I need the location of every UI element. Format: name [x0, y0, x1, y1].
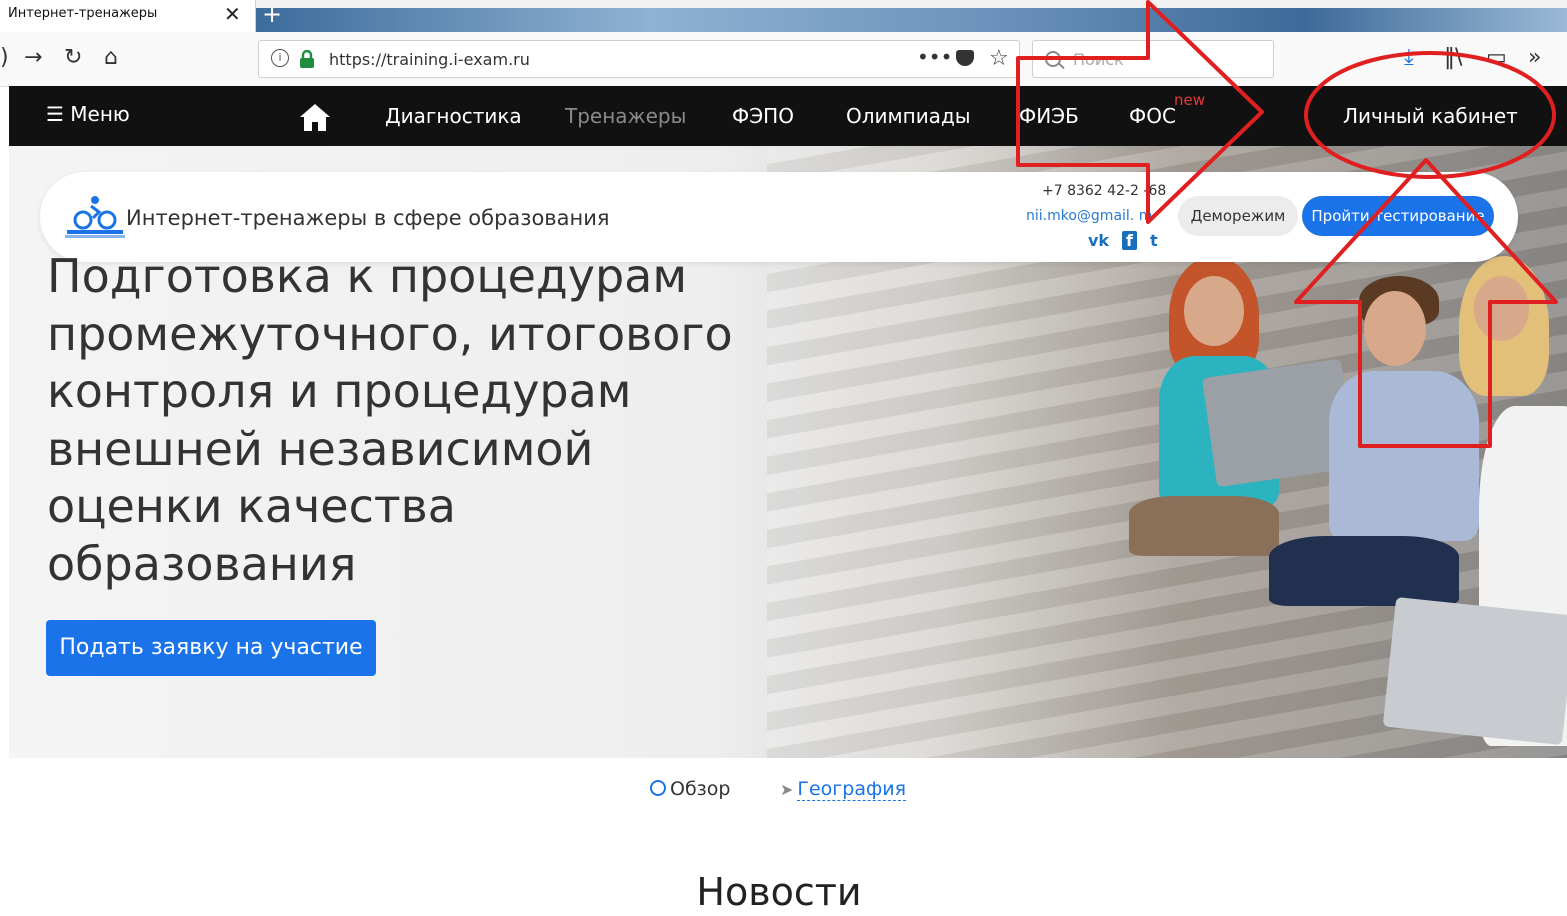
- tab-strip-background: [256, 8, 1567, 32]
- apply-button[interactable]: Подать заявку на участие: [46, 620, 376, 676]
- site-navbar: ☰ Меню Диагностика Тренажеры ФЭПО Олимпи…: [9, 86, 1567, 146]
- library-icon[interactable]: ‖\: [1444, 44, 1462, 72]
- tab-overview-label: Обзор: [670, 778, 731, 800]
- hero-photo-student-1: [1089, 246, 1309, 746]
- star-icon[interactable]: ☆: [989, 46, 1009, 71]
- twitter-icon[interactable]: t: [1150, 231, 1158, 250]
- download-icon[interactable]: ⤓: [1404, 44, 1414, 72]
- facebook-icon[interactable]: f: [1122, 231, 1137, 250]
- home-icon[interactable]: ⌂: [104, 44, 118, 72]
- menu-button[interactable]: ☰ Меню: [46, 102, 130, 126]
- lock-icon: [300, 50, 314, 68]
- new-tab-button[interactable]: +: [262, 0, 282, 28]
- email-link[interactable]: nii.mko@gmail. m: [1026, 208, 1152, 224]
- tab-title: Интернет-тренажеры: [8, 6, 158, 21]
- tab-overview[interactable]: Обзор: [650, 778, 730, 800]
- close-icon[interactable]: ✕: [224, 2, 241, 26]
- nav-link-fos[interactable]: ФОС: [1129, 104, 1176, 128]
- search-icon: [1045, 51, 1061, 67]
- nav-link-fieb[interactable]: ФИЭБ: [1019, 104, 1079, 128]
- site-title[interactable]: Интернет-тренажеры в сфере образования: [126, 206, 610, 230]
- more-icon[interactable]: •••: [917, 45, 952, 69]
- pocket-icon[interactable]: [956, 50, 974, 66]
- demo-mode-button[interactable]: Деморежим: [1178, 196, 1298, 236]
- nav-link-trainers[interactable]: Тренажеры: [565, 104, 686, 128]
- tab-geography[interactable]: ➤ География: [780, 778, 907, 801]
- search-input[interactable]: Поиск: [1032, 40, 1274, 78]
- browser-navigation-bar: ) → ↻ ⌂ i https://training.i-exam.ru •••…: [0, 32, 1567, 87]
- url-bar[interactable]: i https://training.i-exam.ru ••• ☆: [258, 40, 1020, 78]
- nav-link-diagnostics[interactable]: Диагностика: [385, 104, 522, 128]
- browser-tab-bar: Интернет-тренажеры ✕ +: [0, 0, 1567, 32]
- reload-icon[interactable]: ↻: [64, 44, 82, 72]
- info-icon[interactable]: i: [271, 49, 289, 67]
- circle-o-icon: [650, 780, 666, 796]
- browser-tab-active[interactable]: Интернет-тренажеры ✕: [0, 0, 256, 32]
- start-testing-button[interactable]: Пройти тестирование: [1302, 196, 1494, 236]
- search-placeholder: Поиск: [1073, 50, 1124, 69]
- tab-geography-label: География: [797, 778, 907, 801]
- news-heading: Новости: [696, 870, 862, 914]
- url-text[interactable]: https://training.i-exam.ru: [329, 50, 530, 69]
- nav-link-olympiads[interactable]: Олимпиады: [846, 104, 971, 128]
- back-icon[interactable]: ): [0, 44, 9, 72]
- phone-number: +7 8362 42-2 -68: [1042, 183, 1167, 199]
- sidebar-icon[interactable]: ▭: [1486, 44, 1507, 72]
- hero-headline: Подготовка к процедурам промежуточного, …: [47, 249, 733, 591]
- forward-icon[interactable]: →: [24, 44, 42, 72]
- navigation-arrow-icon: ➤: [780, 780, 794, 799]
- bicycle-logo-icon[interactable]: [65, 194, 125, 238]
- content-tabs: Обзор ➤ География: [0, 770, 1567, 810]
- new-badge: new: [1174, 91, 1206, 109]
- vk-icon[interactable]: vk: [1088, 231, 1109, 250]
- site-home-icon[interactable]: [299, 102, 331, 132]
- account-link[interactable]: Личный кабинет: [1343, 104, 1518, 128]
- nav-link-fepo[interactable]: ФЭПО: [732, 104, 794, 128]
- overflow-icon[interactable]: »: [1528, 44, 1541, 72]
- hero-photo-laptop-2: [1382, 596, 1567, 746]
